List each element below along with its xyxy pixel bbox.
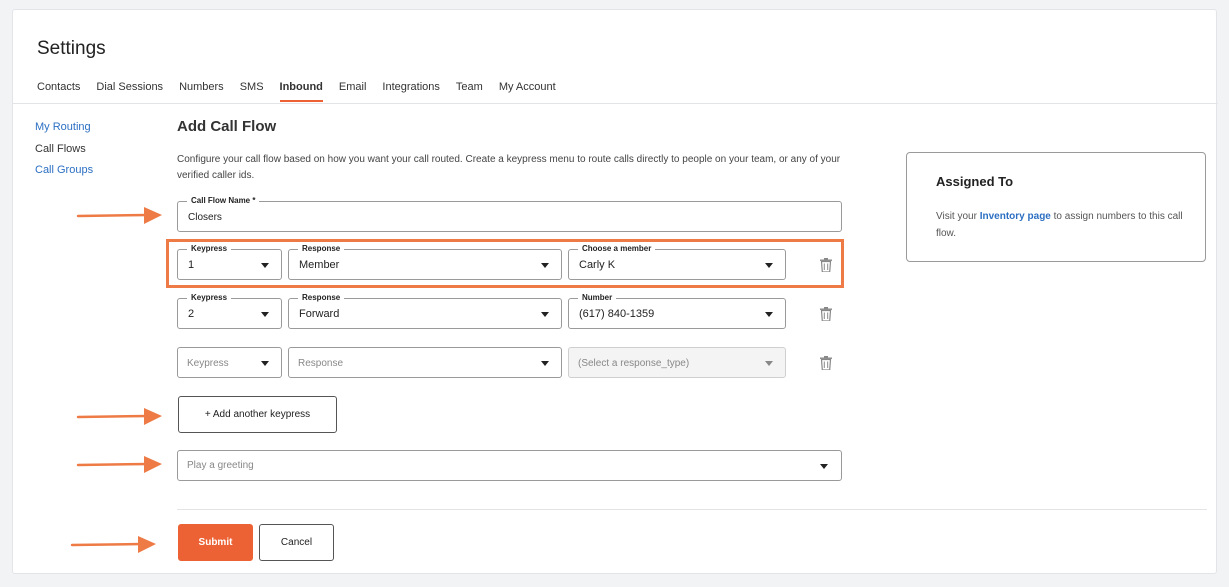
tab-my-account[interactable]: My Account: [499, 81, 556, 102]
annotation-arrow-icon: [70, 536, 156, 553]
member-label-1: Choose a member: [578, 244, 656, 254]
sidebar-item-call-flows[interactable]: Call Flows: [35, 143, 86, 155]
keypress-placeholder-3: Keypress: [187, 358, 229, 369]
sidebar-item-call-groups[interactable]: Call Groups: [35, 164, 93, 176]
cancel-button[interactable]: Cancel: [259, 524, 334, 561]
settings-card: Settings Contacts Dial Sessions Numbers …: [12, 9, 1218, 574]
trash-icon[interactable]: [820, 307, 832, 321]
tab-inbound[interactable]: Inbound: [279, 81, 323, 102]
page-title: Settings: [37, 38, 106, 59]
response-label-2: Response: [298, 293, 345, 303]
tab-dial-sessions[interactable]: Dial Sessions: [96, 81, 163, 102]
tabs-divider: [13, 103, 1218, 104]
number-value-2: (617) 840-1359: [579, 308, 655, 320]
keypress-select-3[interactable]: Keypress: [177, 347, 282, 378]
response-label-1: Response: [298, 244, 345, 254]
response-select-2[interactable]: Response Forward: [288, 293, 562, 329]
call-flow-name-label: Call Flow Name *: [187, 196, 260, 206]
response-value-1: Member: [299, 259, 340, 271]
tab-team[interactable]: Team: [456, 81, 483, 102]
form-divider: [177, 509, 1207, 510]
keypress-value-1: 1: [188, 259, 195, 271]
number-select-2[interactable]: Number (617) 840-1359: [568, 293, 786, 329]
assigned-to-panel: Assigned To Visit your Inventory page to…: [906, 152, 1206, 262]
chevron-down-icon: [765, 361, 773, 366]
annotation-arrow-icon: [76, 207, 162, 224]
tab-integrations[interactable]: Integrations: [382, 81, 439, 102]
chevron-down-icon: [541, 312, 549, 317]
inventory-page-link[interactable]: Inventory page: [980, 211, 1051, 222]
add-keypress-button[interactable]: + Add another keypress: [178, 396, 337, 433]
response-type-select-3[interactable]: (Select a response_type): [568, 347, 786, 378]
keypress-label-1: Keypress: [187, 244, 232, 254]
chevron-down-icon: [820, 464, 828, 469]
sidebar-item-my-routing[interactable]: My Routing: [35, 121, 91, 133]
keypress-select-2[interactable]: Keypress 2: [177, 293, 282, 329]
call-flow-name-field[interactable]: Call Flow Name * Closers: [177, 196, 842, 232]
response-select-1[interactable]: Response Member: [288, 244, 562, 280]
tab-email[interactable]: Email: [339, 81, 367, 102]
keypress-select-1[interactable]: Keypress 1: [177, 244, 282, 280]
number-label-2: Number: [578, 293, 617, 303]
assigned-text-before: Visit your: [936, 211, 980, 222]
response-select-3[interactable]: Response: [288, 347, 562, 378]
assigned-to-title: Assigned To: [936, 174, 1014, 189]
settings-tabs: Contacts Dial Sessions Numbers SMS Inbou…: [37, 81, 572, 102]
form-heading: Add Call Flow: [177, 118, 277, 135]
chevron-down-icon: [261, 263, 269, 268]
keypress-value-2: 2: [188, 308, 195, 320]
response-value-2: Forward: [299, 308, 340, 320]
member-select-1[interactable]: Choose a member Carly K: [568, 244, 786, 280]
tab-numbers[interactable]: Numbers: [179, 81, 224, 102]
assigned-to-text: Visit your Inventory page to assign numb…: [936, 208, 1186, 242]
greeting-select[interactable]: Play a greeting: [177, 450, 842, 481]
chevron-down-icon: [261, 312, 269, 317]
chevron-down-icon: [541, 361, 549, 366]
annotation-arrow-icon: [76, 456, 162, 473]
tab-sms[interactable]: SMS: [240, 81, 264, 102]
tab-contacts[interactable]: Contacts: [37, 81, 80, 102]
chevron-down-icon: [765, 263, 773, 268]
chevron-down-icon: [541, 263, 549, 268]
call-flow-name-value: Closers: [188, 212, 222, 223]
member-value-1: Carly K: [579, 259, 616, 271]
keypress-label-2: Keypress: [187, 293, 232, 303]
chevron-down-icon: [261, 361, 269, 366]
response-placeholder-3: Response: [298, 358, 344, 369]
submit-button[interactable]: Submit: [178, 524, 253, 561]
trash-icon[interactable]: [820, 258, 832, 272]
response-type-placeholder-3: (Select a response_type): [578, 358, 690, 369]
form-description: Configure your call flow based on how yo…: [177, 154, 841, 181]
greeting-placeholder: Play a greeting: [187, 460, 254, 471]
annotation-arrow-icon: [76, 408, 162, 425]
chevron-down-icon: [765, 312, 773, 317]
trash-icon[interactable]: [820, 356, 832, 370]
